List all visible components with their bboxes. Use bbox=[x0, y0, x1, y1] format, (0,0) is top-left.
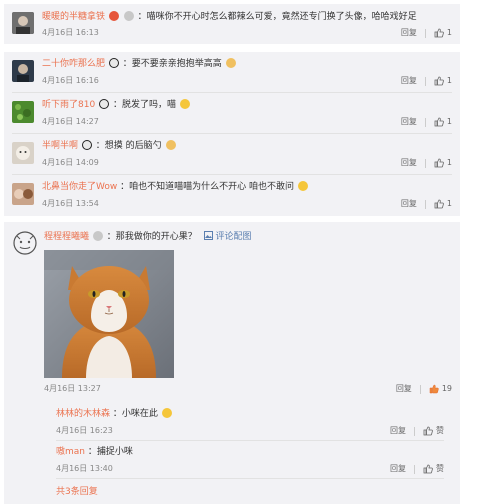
thumbs-up-filled-icon[interactable] bbox=[429, 384, 439, 394]
comment-time: 4月16日 16:13 bbox=[42, 28, 99, 37]
comment-text: ：要不要亲亲抱抱举高高 bbox=[122, 59, 222, 69]
commenter-name[interactable]: 听下雨了810 bbox=[42, 100, 95, 110]
thumbs-up-icon[interactable] bbox=[423, 464, 433, 474]
thumbs-up-icon[interactable] bbox=[434, 28, 444, 38]
like-count: 19 bbox=[441, 384, 452, 393]
avatar[interactable] bbox=[12, 101, 34, 123]
comment-list-card: 二十你咋那么肥 ：要不要亲亲抱抱举高高 4月16日 16:16 回复 1 听下雨… bbox=[4, 52, 460, 216]
divider bbox=[414, 426, 415, 436]
like-count: 1 bbox=[446, 158, 452, 167]
divider bbox=[424, 117, 426, 127]
like-count: 1 bbox=[446, 76, 452, 85]
divider bbox=[424, 28, 426, 38]
reply-text: ：小咪在此 bbox=[112, 409, 158, 419]
divider bbox=[424, 199, 426, 209]
commenter-name[interactable]: 二十你咋那么肥 bbox=[42, 59, 105, 69]
panda-icon bbox=[81, 140, 92, 150]
comment-item: 听下雨了810 ：脱发了吗，喵 4月16日 14:27 回复 1 bbox=[4, 93, 460, 134]
emoji-icon bbox=[123, 11, 134, 21]
reply-button[interactable]: 回复 bbox=[401, 199, 417, 209]
reply-author[interactable]: 嗷man bbox=[56, 447, 85, 457]
reply-time: 4月16日 16:23 bbox=[56, 426, 113, 435]
avatar[interactable] bbox=[12, 60, 34, 82]
divider bbox=[424, 76, 426, 86]
reply-time: 4月16日 13:40 bbox=[56, 464, 113, 473]
cat-emoji-icon bbox=[225, 58, 236, 68]
sub-replies: 林林的木林森 ：小咪在此 4月16日 16:23 回复 赞 嗷man ：捕捉小咪… bbox=[48, 400, 452, 504]
cat-emoji-icon bbox=[165, 140, 176, 150]
comment-text: ：那我做你的开心果？ bbox=[106, 232, 197, 242]
comment-item: 半啊半啊 ：想摸 的后脑勺 4月16日 14:09 回复 1 bbox=[4, 134, 460, 175]
reply-text: ：捕捉小咪 bbox=[87, 447, 133, 457]
comment-item: 二十你咋那么肥 ：要不要亲亲抱抱举高高 4月16日 16:16 回复 1 bbox=[4, 52, 460, 93]
like-button[interactable]: 赞 bbox=[436, 426, 444, 436]
divider bbox=[419, 384, 421, 394]
thumbs-up-icon[interactable] bbox=[434, 117, 444, 127]
comment-time: 4月16日 13:27 bbox=[44, 384, 101, 393]
thumbs-up-icon[interactable] bbox=[434, 158, 444, 168]
comment-item: 北鼻当你走了Wow ：咱也不知道喵喵为什么不开心 咱也不敢问 4月16日 13:… bbox=[4, 175, 460, 216]
avatar[interactable] bbox=[12, 142, 34, 164]
reply-button[interactable]: 回复 bbox=[390, 464, 406, 474]
reply-button[interactable]: 回复 bbox=[401, 76, 417, 86]
comment-text: ：脱发了吗，喵 bbox=[112, 100, 176, 110]
emoji-icon bbox=[92, 231, 103, 241]
avatar[interactable] bbox=[12, 230, 38, 256]
like-count: 1 bbox=[446, 117, 452, 126]
image-link-label[interactable]: 评论配图 bbox=[216, 232, 252, 242]
more-replies-link[interactable]: 共3条回复 bbox=[56, 486, 98, 498]
like-button[interactable]: 赞 bbox=[436, 464, 444, 474]
panda-icon bbox=[108, 58, 119, 68]
comment-photo[interactable] bbox=[44, 250, 174, 378]
smirk-emoji-icon bbox=[297, 181, 308, 191]
image-link[interactable]: 评论配图 bbox=[203, 231, 252, 242]
commenter-name[interactable]: 半啊半啊 bbox=[42, 141, 78, 151]
reply-button[interactable]: 回复 bbox=[401, 158, 417, 168]
comment-time: 4月16日 13:54 bbox=[42, 199, 99, 208]
reply-button[interactable]: 回复 bbox=[396, 384, 412, 394]
row-divider bbox=[56, 440, 444, 441]
panda-icon bbox=[99, 99, 110, 109]
comment-text: ：想摸 的后脑勺 bbox=[95, 141, 162, 151]
row-divider bbox=[56, 478, 444, 479]
reply-button[interactable]: 回复 bbox=[401, 28, 417, 38]
commenter-name[interactable]: 北鼻当你走了Wow bbox=[42, 182, 117, 192]
comment-text: ：喵咪你不开心时怎么都辣么可爱，竟然还专门换了头像，哈哈戏好足 bbox=[137, 12, 417, 22]
sub-reply-item: 林林的木林森 ：小咪在此 4月16日 16:23 回复 赞 bbox=[48, 404, 452, 441]
comment-time: 4月16日 14:27 bbox=[42, 117, 99, 126]
thumbs-up-icon[interactable] bbox=[434, 76, 444, 86]
image-icon bbox=[203, 231, 213, 240]
reply-button[interactable]: 回复 bbox=[401, 117, 417, 127]
reply-author[interactable]: 林林的木林森 bbox=[56, 409, 110, 419]
commenter-name[interactable]: 程程程曦曦 bbox=[44, 232, 89, 242]
smile-emoji-icon bbox=[179, 99, 190, 109]
top-comment-card: 暖暖的半糖拿铁 ：喵咪你不开心时怎么都辣么可爱，竟然还专门换了头像，哈哈戏好足 … bbox=[4, 4, 460, 44]
main-comment-card: 程程程曦曦 ：那我做你的开心果？ 评论配图 4月16日 13:27 回复 19 … bbox=[4, 222, 460, 504]
divider bbox=[414, 464, 415, 474]
comment-time: 4月16日 16:16 bbox=[42, 76, 99, 85]
avatar[interactable] bbox=[12, 183, 34, 205]
reply-button[interactable]: 回复 bbox=[390, 426, 406, 436]
divider bbox=[424, 158, 426, 168]
thumbs-up-icon[interactable] bbox=[423, 426, 433, 436]
comment-time: 4月16日 14:09 bbox=[42, 158, 99, 167]
like-count: 1 bbox=[446, 28, 452, 37]
like-count: 1 bbox=[446, 199, 452, 208]
comment-text: ：咱也不知道喵喵为什么不开心 咱也不敢问 bbox=[120, 182, 294, 192]
thumbs-up-icon[interactable] bbox=[434, 199, 444, 209]
cat-image bbox=[44, 250, 174, 378]
sub-reply-item: 嗷man ：捕捉小咪 4月16日 13:40 回复 赞 bbox=[48, 442, 452, 479]
commenter-name[interactable]: 暖暖的半糖拿铁 bbox=[42, 12, 105, 22]
heart-badge-icon bbox=[108, 11, 119, 21]
wave-emoji-icon bbox=[161, 408, 172, 418]
avatar[interactable] bbox=[12, 12, 34, 34]
